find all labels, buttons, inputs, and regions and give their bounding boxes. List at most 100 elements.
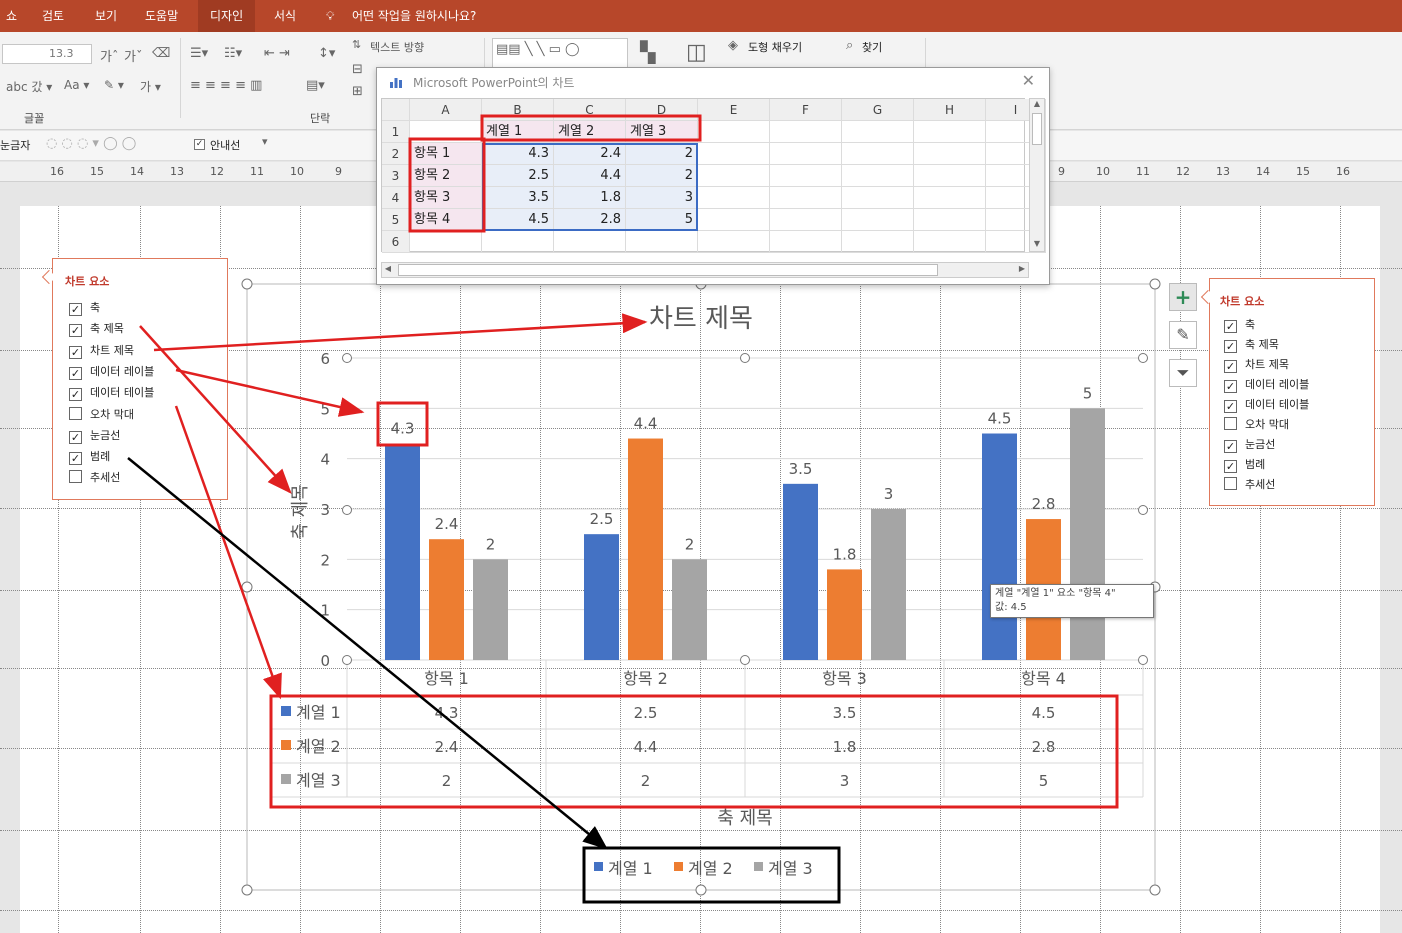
data-cell[interactable]: 2.5: [482, 165, 554, 187]
data-cell[interactable]: 2.4: [554, 143, 626, 165]
chart-element-item[interactable]: ✓ 범례: [1224, 456, 1265, 473]
empty-cell[interactable]: [842, 165, 914, 187]
checkbox[interactable]: ✓: [1224, 360, 1237, 373]
empty-cell[interactable]: [410, 231, 482, 253]
data-cell[interactable]: 항목 2: [410, 165, 482, 187]
checkbox[interactable]: [1224, 477, 1237, 490]
empty-cell[interactable]: [914, 209, 986, 231]
column-header[interactable]: A: [410, 99, 482, 121]
column-header[interactable]: C: [554, 99, 626, 121]
chart-element-item[interactable]: ✓ 축: [1224, 316, 1255, 333]
empty-cell[interactable]: [914, 143, 986, 165]
row-header[interactable]: 6: [382, 231, 410, 253]
column-header[interactable]: D: [626, 99, 698, 121]
empty-cell[interactable]: [770, 121, 842, 143]
data-cell[interactable]: 4.4: [554, 165, 626, 187]
data-cell[interactable]: 2: [626, 165, 698, 187]
close-icon[interactable]: ✕: [1022, 71, 1035, 90]
row-header[interactable]: 3: [382, 165, 410, 187]
column-header[interactable]: H: [914, 99, 986, 121]
empty-cell[interactable]: [770, 187, 842, 209]
column-header[interactable]: G: [842, 99, 914, 121]
select-all-corner[interactable]: [382, 99, 410, 121]
data-cell[interactable]: 1.8: [554, 187, 626, 209]
empty-cell[interactable]: [410, 121, 482, 143]
empty-cell[interactable]: [842, 209, 914, 231]
data-cell[interactable]: 5: [626, 209, 698, 231]
vertical-scrollbar[interactable]: ▲ ▼: [1029, 98, 1045, 252]
column-header[interactable]: B: [482, 99, 554, 121]
chart-element-item[interactable]: ✓ 데이터 테이블: [69, 384, 154, 402]
checkbox[interactable]: ✓: [1224, 380, 1237, 393]
data-cell[interactable]: 항목 1: [410, 143, 482, 165]
empty-cell[interactable]: [770, 143, 842, 165]
column-header[interactable]: E: [698, 99, 770, 121]
chart-element-item[interactable]: 추세선: [69, 469, 120, 485]
data-cell[interactable]: 항목 3: [410, 187, 482, 209]
data-cell[interactable]: 3: [626, 187, 698, 209]
chart-element-item[interactable]: ✓ 축: [69, 299, 100, 316]
checkbox[interactable]: ✓: [1224, 460, 1237, 473]
checkbox[interactable]: ✓: [69, 430, 82, 444]
chart-element-item[interactable]: ✓ 데이터 레이블: [69, 363, 154, 380]
chart-element-item[interactable]: ✓ 데이터 레이블: [1224, 376, 1309, 393]
empty-cell[interactable]: [842, 231, 914, 253]
data-cell[interactable]: 4.3: [482, 143, 554, 165]
empty-cell[interactable]: [770, 231, 842, 253]
empty-cell[interactable]: [770, 165, 842, 187]
data-cell[interactable]: 항목 4: [410, 209, 482, 231]
chart-element-item[interactable]: 오차 막대: [69, 406, 134, 422]
row-header[interactable]: 5: [382, 209, 410, 231]
chart-element-item[interactable]: 오차 막대: [1224, 416, 1289, 432]
empty-cell[interactable]: [554, 231, 626, 253]
row-header[interactable]: 4: [382, 187, 410, 209]
scroll-thumb[interactable]: [1032, 113, 1042, 145]
data-cell[interactable]: 2: [626, 143, 698, 165]
chart-element-item[interactable]: ✓ 데이터 테이블: [1224, 396, 1309, 413]
empty-cell[interactable]: [914, 187, 986, 209]
data-cell[interactable]: 계열 2: [554, 121, 626, 143]
scroll-left-icon[interactable]: ◀: [382, 264, 394, 273]
empty-cell[interactable]: [842, 187, 914, 209]
chart-element-item[interactable]: ✓ 범례: [69, 448, 110, 466]
spreadsheet-grid[interactable]: A B C D E F G H I 1 계열 1 계열 2 계열 3 2 항목 1 4.3 2.4 2 3 항목 22…: [381, 98, 1046, 253]
empty-cell[interactable]: [698, 143, 770, 165]
checkbox[interactable]: ✓: [69, 452, 82, 466]
checkbox[interactable]: ✓: [1224, 400, 1237, 413]
data-cell[interactable]: 계열 1: [482, 121, 554, 143]
row-header[interactable]: 1: [382, 121, 410, 143]
chart-elements-button[interactable]: +: [1169, 283, 1197, 311]
scroll-right-icon[interactable]: ▶: [1016, 264, 1028, 273]
scroll-down-icon[interactable]: ▼: [1030, 239, 1044, 251]
checkbox[interactable]: ✓: [69, 366, 82, 380]
chart-element-item[interactable]: 추세선: [1224, 476, 1275, 492]
empty-cell[interactable]: [482, 231, 554, 253]
chart-element-item[interactable]: ✓ 차트 제목: [1224, 356, 1289, 373]
empty-cell[interactable]: [626, 231, 698, 253]
checkbox[interactable]: ✓: [1224, 440, 1237, 453]
chart-filter-icon[interactable]: ⏷: [1169, 359, 1197, 387]
scroll-up-icon[interactable]: ▲: [1030, 99, 1044, 111]
excel-data-window[interactable]: Microsoft PowerPoint의 차트 ✕ A B C D E F G H I 1 계열 …: [376, 67, 1050, 285]
empty-cell[interactable]: [698, 121, 770, 143]
data-cell[interactable]: 계열 3: [626, 121, 698, 143]
column-header[interactable]: F: [770, 99, 842, 121]
empty-cell[interactable]: [770, 209, 842, 231]
data-cell[interactable]: 2.8: [554, 209, 626, 231]
checkbox[interactable]: ✓: [69, 388, 82, 402]
chart-element-item[interactable]: ✓ 축 제목: [69, 320, 124, 338]
checkbox[interactable]: [69, 470, 82, 484]
chart-element-item[interactable]: ✓ 차트 제목: [69, 342, 134, 359]
chart-element-item[interactable]: ✓ 축 제목: [1224, 336, 1279, 353]
chart-element-item[interactable]: ✓ 눈금선: [69, 427, 120, 444]
empty-cell[interactable]: [698, 165, 770, 187]
horizontal-scrollbar[interactable]: ◀ ▶: [381, 262, 1029, 278]
empty-cell[interactable]: [914, 121, 986, 143]
empty-cell[interactable]: [914, 165, 986, 187]
row-header[interactable]: 2: [382, 143, 410, 165]
chart-styles-brush-icon[interactable]: ✎: [1169, 321, 1197, 349]
checkbox[interactable]: [69, 406, 82, 420]
checkbox[interactable]: ✓: [1224, 340, 1237, 353]
checkbox[interactable]: ✓: [69, 345, 82, 359]
checkbox[interactable]: [1224, 417, 1237, 430]
